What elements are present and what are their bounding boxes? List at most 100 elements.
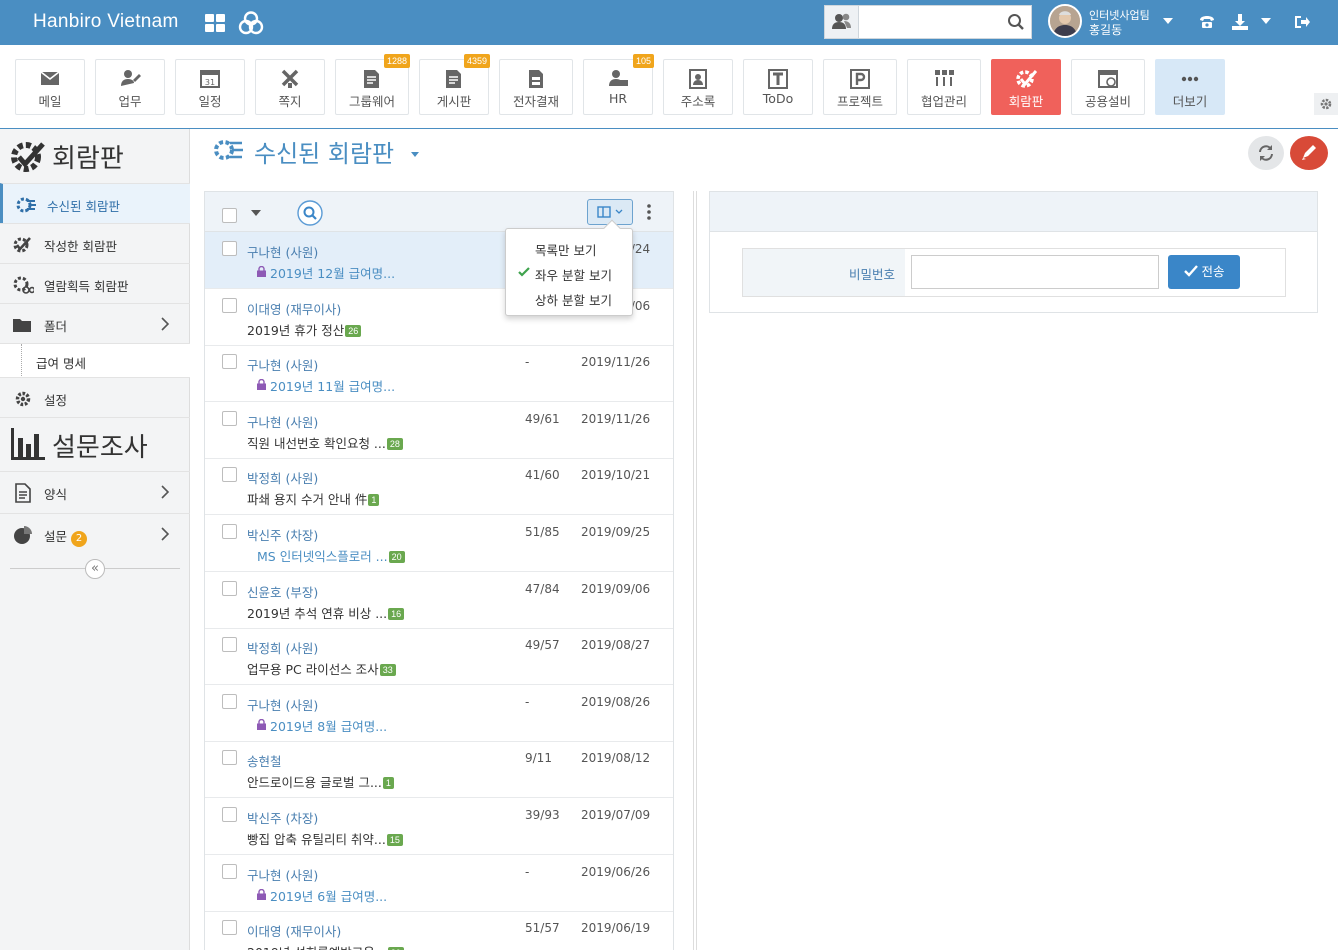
list-item[interactable]: 구나현 (사원) 직원 내선번호 확인요청 ... 28 49/61 2019/11/2… <box>205 402 673 459</box>
search-input[interactable] <box>861 10 1001 34</box>
sidebar-item-template[interactable]: 양식 <box>0 471 190 511</box>
menu-item-task[interactable]: 업무 <box>95 59 165 115</box>
view-option-vertical-split[interactable]: 상하 분할 보기 <box>535 290 612 309</box>
list-item[interactable]: 박정희 (사원) 파쇄 용지 수거 안내 件 1 41/60 2019/10/21 <box>205 458 673 516</box>
menu-item-mail[interactable]: 메일 <box>15 59 85 115</box>
row-checkbox[interactable] <box>222 807 237 822</box>
sender-name[interactable]: 구나현 (사원) <box>247 242 318 261</box>
subject[interactable]: 2019년 12월 급여명... <box>270 263 395 282</box>
refresh-button[interactable] <box>1248 136 1284 170</box>
list-item[interactable]: 박신주 (차장) 빵집 압축 유틸리티 취약... 15 39/93 2019/07/0… <box>205 798 673 855</box>
apps-grid-icon[interactable] <box>205 14 225 32</box>
menu-item-addressbook[interactable]: 주소록 <box>663 59 733 115</box>
list-item[interactable]: 신윤호 (부장) 2019년 추석 연휴 비상 ... 16 47/84 2019/09… <box>205 572 673 629</box>
subject[interactable]: 직원 내선번호 확인요청 ... 28 <box>247 433 403 452</box>
sender-name[interactable]: 구나현 (사원) <box>247 695 318 714</box>
row-checkbox[interactable] <box>222 410 237 426</box>
search-icon[interactable] <box>1007 13 1025 31</box>
sender-name[interactable]: 신윤호 (부장) <box>247 582 318 601</box>
list-item[interactable]: 박정희 (사원) 업무용 PC 라이선스 조사 33 49/57 2019/08/27 <box>205 628 673 686</box>
phone-icon[interactable] <box>1198 13 1216 31</box>
menu-item-board[interactable]: 게시판 4359 <box>419 54 490 115</box>
download-chevron-icon[interactable] <box>1261 18 1271 24</box>
menu-item-project[interactable]: 프로젝트 <box>823 59 897 115</box>
menu-item-note[interactable]: 쪽지 <box>255 59 325 115</box>
row-checkbox[interactable] <box>222 863 237 879</box>
menu-item-hr[interactable]: HR 105 <box>583 54 654 115</box>
download-icon[interactable] <box>1231 13 1249 31</box>
page-title[interactable]: 수신된 회람판 <box>254 134 394 169</box>
user-menu-chevron-icon[interactable] <box>1163 18 1173 24</box>
sidebar-item-folder[interactable]: 폴더 <box>0 303 190 343</box>
row-checkbox[interactable] <box>222 750 237 766</box>
sender-name[interactable]: 박정희 (사원) <box>247 638 318 657</box>
menu-item-approval[interactable]: 전자결재 <box>499 59 573 115</box>
subject[interactable]: 빵집 압축 유틸리티 취약... 15 <box>247 829 403 848</box>
sender-name[interactable]: 박신주 (차장) <box>247 808 318 827</box>
menu-item-more[interactable]: 더보기 <box>1155 59 1225 115</box>
sidebar-subitem-salary[interactable]: 급여 명세 <box>0 343 190 378</box>
menu-item-groupware[interactable]: 그룹웨어 1288 <box>335 54 410 115</box>
subject[interactable]: 2019년 8월 급여명... <box>270 716 387 735</box>
menu-item-collab[interactable]: 협업관리 <box>907 59 981 115</box>
menu-item-todo[interactable]: ToDo <box>743 59 813 115</box>
sender-name[interactable]: 구나현 (사원) <box>247 355 318 374</box>
sender-name[interactable]: 구나현 (사원) <box>247 865 318 884</box>
menu-settings-gear-icon[interactable] <box>1314 93 1338 115</box>
select-all-checkbox[interactable] <box>222 208 237 223</box>
submit-button[interactable]: 전송 <box>1168 255 1240 289</box>
hanbiro-logo-icon[interactable] <box>238 10 264 36</box>
subject[interactable]: 2019년 11월 급여명... <box>270 376 395 395</box>
row-checkbox[interactable] <box>222 637 237 653</box>
row-checkbox[interactable] <box>222 297 237 313</box>
row-checkbox[interactable] <box>222 241 237 256</box>
password-input[interactable] <box>911 255 1159 289</box>
sidebar-item-settings[interactable]: 설정 <box>0 377 190 417</box>
subject[interactable]: 업무용 PC 라이선스 조사 33 <box>247 659 396 678</box>
sender-name[interactable]: 박신주 (차장) <box>247 525 318 544</box>
user-name[interactable]: 홍길동 <box>1089 21 1122 38</box>
sender-name[interactable]: 구나현 (사원) <box>247 412 318 431</box>
subject[interactable]: MS 인터넷익스플로러 ... 20 <box>257 546 405 565</box>
list-item[interactable]: 구나현 (사원) 2019년 11월 급여명... - 2019/11/26 <box>205 345 673 403</box>
menu-item-facility[interactable]: 공용설비 <box>1071 59 1145 115</box>
row-checkbox[interactable] <box>222 467 237 483</box>
view-option-list-only[interactable]: 목록만 보기 <box>535 240 596 259</box>
row-checkbox[interactable] <box>222 354 237 370</box>
list-item[interactable]: 이대영 (재무이사) 2019년 성희롱예방교육...20 51/57 2019/06… <box>205 911 673 950</box>
row-checkbox[interactable] <box>222 693 237 709</box>
subject[interactable]: 2019년 6월 급여명... <box>270 886 387 905</box>
write-button[interactable] <box>1290 136 1328 170</box>
subject[interactable]: 안드로이드용 글로벌 그... 1 <box>247 772 394 791</box>
list-search-icon[interactable] <box>297 200 323 226</box>
subject[interactable]: 파쇄 용지 수거 안내 件1 <box>247 489 380 508</box>
subject[interactable]: 2019년 성희롱예방교육...20 <box>247 942 404 950</box>
row-checkbox[interactable] <box>222 580 237 596</box>
sidebar-item-written[interactable]: 작성한 회람판 <box>0 223 190 263</box>
people-search-icon[interactable] <box>825 6 859 38</box>
sidebar-item-survey[interactable]: 설문 2 <box>0 513 190 555</box>
list-item[interactable]: 구나현 (사원) 2019년 8월 급여명... - 2019/08/26 <box>205 685 673 742</box>
sidebar-item-received[interactable]: 수신된 회람판 <box>0 183 190 223</box>
select-caret-icon[interactable] <box>251 210 261 216</box>
sender-name[interactable]: 이대영 (재무이사) <box>247 299 341 318</box>
panel-splitter[interactable] <box>693 191 697 950</box>
logout-icon[interactable] <box>1293 13 1311 31</box>
row-checkbox[interactable] <box>222 920 237 936</box>
sender-name[interactable]: 송현철 <box>247 751 282 770</box>
list-item[interactable]: 구나현 (사원) 2019년 6월 급여명... - 2019/06/26 <box>205 855 673 912</box>
sidebar-item-read-acquired[interactable]: 열람획득 회람판 <box>0 263 190 303</box>
chevron-right-icon[interactable] <box>160 317 170 331</box>
subject[interactable]: 2019년 추석 연휴 비상 ... 16 <box>247 603 405 622</box>
more-options-icon[interactable] <box>645 203 653 221</box>
collapse-sidebar-icon[interactable]: « <box>85 559 105 579</box>
brand-name[interactable]: Hanbiro Vietnam <box>33 11 179 33</box>
sender-name[interactable]: 이대영 (재무이사) <box>247 921 341 940</box>
chevron-right-icon[interactable] <box>160 527 170 541</box>
sender-name[interactable]: 박정희 (사원) <box>247 468 318 487</box>
menu-item-circular[interactable]: 회람판 <box>991 59 1061 115</box>
chevron-right-icon[interactable] <box>160 485 170 499</box>
list-item[interactable]: 박신주 (차장) MS 인터넷익스플로러 ... 20 51/85 2019/09/25 <box>205 515 673 572</box>
list-item[interactable]: 송현철 안드로이드용 글로벌 그... 1 9/11 2019/08/12 <box>205 741 673 799</box>
row-checkbox[interactable] <box>222 524 237 539</box>
